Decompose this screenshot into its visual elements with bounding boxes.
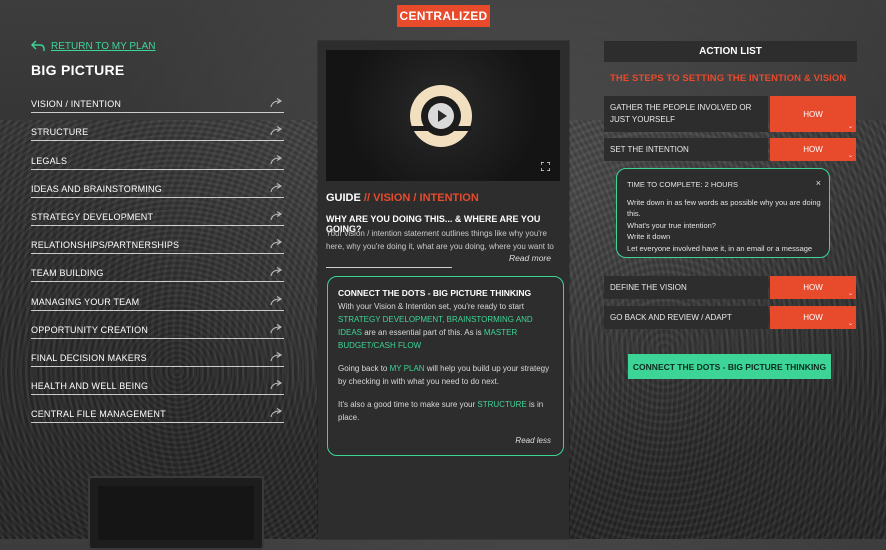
share-arrow-icon <box>270 323 283 333</box>
how-tip-panel: × TIME TO COMPLETE: 2 HOURS Write down i… <box>616 168 830 258</box>
share-arrow-icon <box>270 408 283 418</box>
action-item-gather: GATHER THE PEOPLE INVOLVED OR JUST YOURS… <box>604 96 768 132</box>
connect-dots-paragraph-1: With your Vision & Intention set, you're… <box>338 300 553 352</box>
play-icon[interactable] <box>428 103 454 129</box>
close-icon[interactable]: × <box>816 178 821 190</box>
fullscreen-icon[interactable] <box>541 162 550 171</box>
how-label: HOW <box>803 145 823 154</box>
my-plan-link[interactable]: MY PLAN <box>390 364 425 373</box>
share-arrow-icon <box>270 210 283 221</box>
share-arrow-icon <box>270 380 283 390</box>
dots-text: It's also a good time to make sure your <box>338 400 476 409</box>
nav-item-strategy-development[interactable]: STRATEGY DEVELOPMENT <box>31 199 284 226</box>
share-arrow-icon <box>270 154 283 164</box>
nav-item-label: VISION / INTENTION <box>31 99 122 110</box>
nav-item-team-building[interactable]: TEAM BUILDING <box>31 255 284 283</box>
chevron-down-icon: ⌄ <box>847 124 853 130</box>
big-picture-nav: VISION / INTENTION STRUCTURE LEGALS IDEA… <box>31 86 284 424</box>
share-arrow-icon <box>270 295 283 305</box>
nav-item-label: STRUCTURE <box>31 127 89 138</box>
guide-body: Your vision / intention statement outlin… <box>326 229 554 251</box>
nav-item-label: RELATIONSHIPS/PARTNERSHIPS <box>31 240 180 251</box>
nav-item-central-file-management[interactable]: CENTRAL FILE MANAGEMENT <box>31 396 284 424</box>
share-arrow-icon <box>270 98 283 108</box>
nav-item-label: TEAM BUILDING <box>31 268 104 279</box>
nav-item-label: OPPORTUNITY CREATION <box>31 324 149 335</box>
dots-text: With your Vision & Intention set, you're… <box>338 302 524 311</box>
nav-item-legals[interactable]: LEGALS <box>31 142 284 170</box>
time-to-complete: TIME TO COMPLETE: 2 HOURS <box>627 180 738 189</box>
nav-item-label: IDEAS AND BRAINSTORMING <box>31 183 162 194</box>
action-item-label: GATHER THE PEOPLE INVOLVED OR JUST YOURS… <box>610 103 752 124</box>
read-more-link[interactable]: Read more <box>509 253 551 263</box>
chevron-down-icon: ⌄ <box>847 153 853 159</box>
chevron-down-icon: ⌄ <box>847 291 853 297</box>
share-arrow-icon <box>270 182 283 192</box>
action-list-title: ACTION LIST <box>604 41 857 62</box>
nav-item-structure[interactable]: STRUCTURE <box>31 114 284 142</box>
tip-line: Let everyone involved have it, in an ema… <box>627 243 813 253</box>
tip-line: What's your true intention? <box>627 220 716 230</box>
dots-text: are an essential part of this. As is <box>364 328 482 337</box>
nav-item-final-decision-makers[interactable]: FINAL DECISION MAKERS <box>31 340 284 367</box>
share-arrow-icon <box>270 351 283 361</box>
dots-text: Going back to <box>338 364 388 373</box>
nav-item-label: CENTRAL FILE MANAGEMENT <box>31 409 166 420</box>
connect-dots-title: CONNECT THE DOTS - BIG PICTURE THINKING <box>338 288 532 298</box>
guide-video[interactable] <box>326 50 560 181</box>
nav-item-label: STRATEGY DEVELOPMENT <box>31 211 154 222</box>
guide-divider <box>326 267 452 268</box>
logo-notch <box>454 126 472 131</box>
connect-dots-paragraph-3: It's also a good time to make sure your … <box>338 398 553 424</box>
how-button[interactable]: HOW ⌄ <box>770 306 856 329</box>
share-arrow-icon <box>270 126 283 136</box>
guide-topic: VISION / INTENTION <box>373 192 479 204</box>
action-item-label: SET THE INTENTION <box>610 144 689 154</box>
nav-item-label: HEALTH AND WELL BEING <box>31 381 149 392</box>
action-item-define-vision: DEFINE THE VISION <box>604 276 768 299</box>
nav-item-vision-intention[interactable]: VISION / INTENTION <box>31 86 284 114</box>
read-less-link[interactable]: Read less <box>515 434 551 447</box>
nav-item-opportunity-creation[interactable]: OPPORTUNITY CREATION <box>31 312 284 339</box>
nav-item-relationships-partnerships[interactable]: RELATIONSHIPS/PARTNERSHIPS <box>31 227 284 255</box>
how-label: HOW <box>803 313 823 322</box>
connect-the-dots-button[interactable]: CONNECT THE DOTS - BIG PICTURE THINKING <box>628 354 831 379</box>
action-item-label: DEFINE THE VISION <box>610 282 687 292</box>
nav-item-ideas-brainstorming[interactable]: IDEAS AND BRAINSTORMING <box>31 171 284 198</box>
section-title: BIG PICTURE <box>31 62 125 78</box>
brand-logo[interactable]: CENTRALIZED <box>397 5 490 27</box>
how-button[interactable]: HOW ⌄ <box>770 96 856 132</box>
connect-dots-paragraph-2: Going back to MY PLAN will help you buil… <box>338 362 553 388</box>
action-item-review-adapt: GO BACK AND REVIEW / ADAPT <box>604 306 768 329</box>
how-button[interactable]: HOW ⌄ <box>770 276 856 299</box>
nav-item-label: FINAL DECISION MAKERS <box>31 352 147 363</box>
chevron-down-icon: ⌄ <box>847 321 853 327</box>
guide-separator: // <box>360 192 374 204</box>
how-button[interactable]: HOW ⌄ <box>770 138 856 161</box>
guide-label: GUIDE <box>326 192 361 204</box>
action-item-set-intention: SET THE INTENTION <box>604 138 768 161</box>
tip-line: Write it down <box>627 232 671 241</box>
connect-dots-card: CONNECT THE DOTS - BIG PICTURE THINKING … <box>327 276 564 456</box>
nav-item-health-well-being[interactable]: HEALTH AND WELL BEING <box>31 368 284 396</box>
return-to-plan-link[interactable]: RETURN TO MY PLAN <box>31 40 155 52</box>
guide-panel: GUIDE // VISION / INTENTION WHY ARE YOU … <box>318 41 569 539</box>
nav-item-label: LEGALS <box>31 155 68 166</box>
nav-item-label: MANAGING YOUR TEAM <box>31 296 140 307</box>
logo-notch <box>410 126 428 131</box>
back-arrow-icon <box>31 40 45 51</box>
action-item-label: GO BACK AND REVIEW / ADAPT <box>610 312 732 322</box>
return-to-plan-label: RETURN TO MY PLAN <box>51 40 156 52</box>
how-label: HOW <box>803 283 823 292</box>
share-arrow-icon <box>270 239 283 249</box>
guide-heading: GUIDE // VISION / INTENTION <box>326 192 479 204</box>
structure-link[interactable]: STRUCTURE <box>477 400 526 409</box>
how-label: HOW <box>803 109 823 119</box>
nav-item-managing-your-team[interactable]: MANAGING YOUR TEAM <box>31 283 284 311</box>
steps-title: THE STEPS TO SETTING THE INTENTION & VIS… <box>610 73 847 84</box>
share-arrow-icon <box>270 267 283 277</box>
tip-line: Write down in as few words as possible w… <box>627 197 821 219</box>
